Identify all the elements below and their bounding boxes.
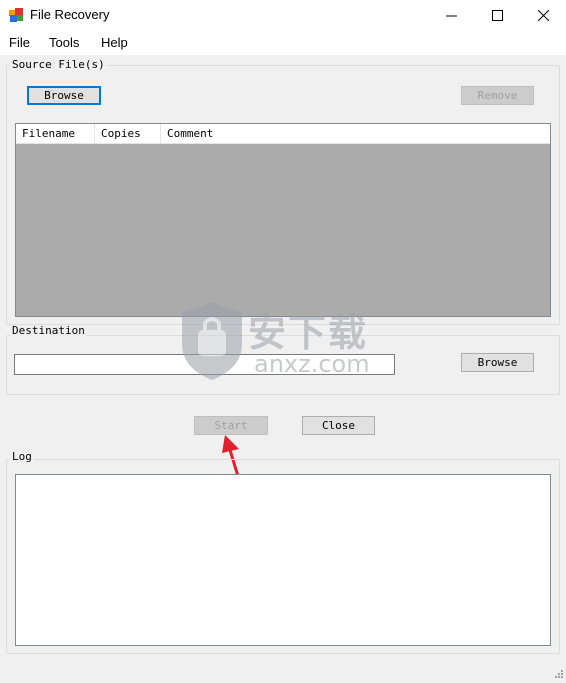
column-header-copies[interactable]: Copies [95, 124, 161, 144]
log-output[interactable] [15, 474, 551, 646]
remove-button[interactable]: Remove [461, 86, 534, 105]
maximize-icon [491, 10, 503, 21]
close-icon [537, 10, 549, 21]
watermark-domain: anxz.com [254, 350, 370, 378]
list-header: Filename Copies Comment [16, 124, 550, 144]
app-icon [9, 8, 23, 22]
watermark-brand: 安下载 [248, 311, 369, 355]
menu-file[interactable]: File [9, 35, 30, 50]
title-bar[interactable]: File Recovery [0, 0, 566, 31]
minimize-button[interactable] [428, 0, 474, 31]
window-title: File Recovery [30, 7, 110, 22]
column-header-filename[interactable]: Filename [16, 124, 95, 144]
menu-tools[interactable]: Tools [49, 35, 79, 50]
minimize-icon [445, 15, 457, 17]
source-files-label: Source File(s) [10, 58, 107, 71]
menu-help[interactable]: Help [101, 35, 128, 50]
destination-label: Destination [10, 324, 87, 337]
resize-grip-icon[interactable] [552, 669, 564, 681]
log-label: Log [10, 450, 34, 463]
watermark: 安下载 anxz.com [176, 298, 396, 384]
source-browse-button[interactable]: Browse [27, 86, 101, 105]
close-button[interactable]: Close [302, 416, 375, 435]
menu-bar: File Tools Help [0, 31, 566, 55]
maximize-button[interactable] [474, 0, 520, 31]
column-header-comment[interactable]: Comment [161, 124, 550, 144]
close-window-button[interactable] [520, 0, 566, 31]
destination-browse-button[interactable]: Browse [461, 353, 534, 372]
source-file-list[interactable]: Filename Copies Comment [15, 123, 551, 317]
